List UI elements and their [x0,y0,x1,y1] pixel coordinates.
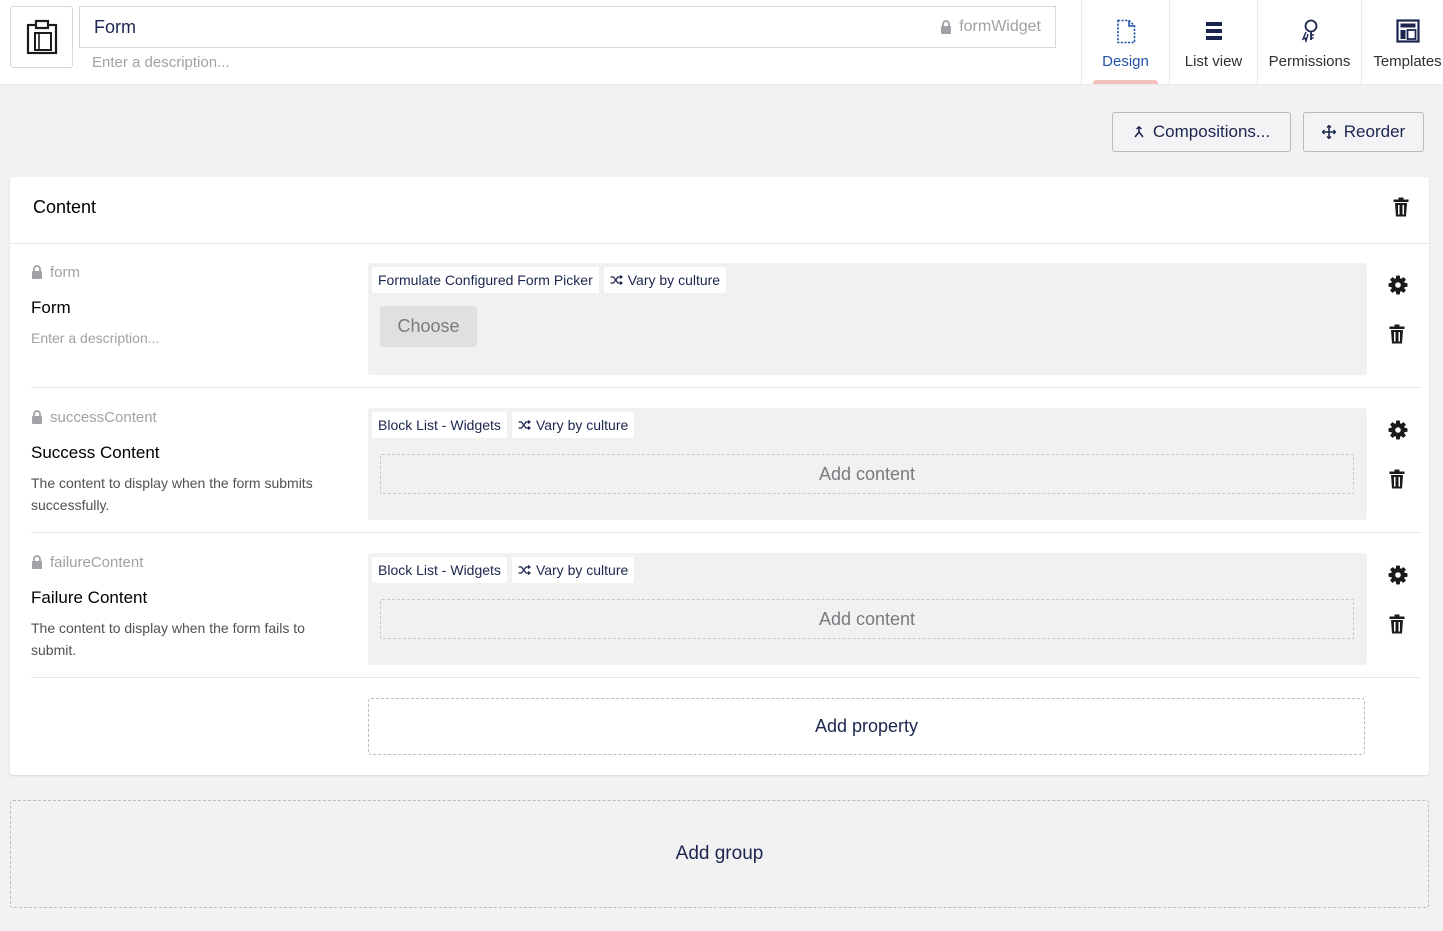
editor-type-tag: Block List - Widgets [372,412,507,438]
add-content-button[interactable]: Add content [380,454,1354,494]
name-field-container: formWidget [79,6,1056,48]
trash-icon [1389,614,1405,634]
add-property-button[interactable]: Add property [368,698,1365,755]
property-editor-preview[interactable]: Block List - Widgets Vary by culture Add… [368,553,1367,665]
vary-by-culture-tag: Vary by culture [511,412,635,438]
list-icon [1205,22,1222,40]
tab-list-view-label: List view [1184,53,1243,70]
tab-templates-label: Templates [1373,53,1442,70]
property-alias-text: form [50,264,80,281]
compositions-button[interactable]: Compositions... [1112,112,1291,152]
gear-icon [1388,565,1408,585]
property-editor-preview[interactable]: Block List - Widgets Vary by culture Add… [368,408,1367,520]
property-row: form Form Enter a description... Formula… [31,243,1421,388]
property-name[interactable]: Failure Content [31,588,147,608]
vary-by-culture-label: Vary by culture [535,562,629,578]
property-alias-text: failureContent [50,554,144,571]
property-name[interactable]: Success Content [31,443,160,463]
property-alias[interactable]: failureContent [31,554,143,571]
templates-icon [1395,19,1420,43]
trash-icon [1393,197,1409,217]
property-row: successContent Success Content The conte… [31,388,1421,533]
tab-templates[interactable]: Templates [1361,0,1443,84]
reorder-button[interactable]: Reorder [1303,112,1424,152]
property-description[interactable]: Enter a description... [31,327,351,349]
tab-list-view[interactable]: List view [1169,0,1257,84]
delete-property-button[interactable] [1389,469,1405,494]
gear-icon [1388,420,1408,440]
editor-header: formWidget Design List view [0,0,1443,85]
add-content-button[interactable]: Add content [380,599,1354,639]
permissions-icon [1301,19,1317,44]
property-settings-button[interactable] [1388,420,1408,445]
property-divider [31,677,1421,678]
editor-type-tag: Formulate Configured Form Picker [372,267,599,293]
lock-icon [32,555,42,569]
property-description[interactable]: The content to display when the form fai… [31,617,351,661]
compositions-label: Compositions... [1152,122,1271,141]
property-settings-button[interactable] [1388,275,1408,300]
property-row: failureContent Failure Content The conte… [31,533,1421,678]
vary-by-culture-label: Vary by culture [627,272,721,288]
merge-icon [1134,126,1144,138]
tab-design[interactable]: Design [1081,0,1169,84]
trash-icon [1389,469,1405,489]
content-group: Content form Form Enter a description...… [10,177,1429,775]
delete-group-button[interactable] [1393,197,1409,222]
vary-by-culture-label: Vary by culture [535,417,629,433]
add-group-button[interactable]: Add group [10,800,1429,908]
property-alias[interactable]: successContent [31,409,157,426]
alias-text: formWidget [959,18,1041,35]
vary-by-culture-tag: Vary by culture [603,267,727,293]
tab-design-label: Design [1102,53,1149,70]
tab-permissions[interactable]: Permissions [1257,0,1361,84]
delete-property-button[interactable] [1389,324,1405,349]
lock-icon [32,265,42,279]
document-type-name-input[interactable] [94,7,914,47]
clipboard-icon [26,19,57,55]
property-alias[interactable]: form [31,264,80,281]
property-editor-preview[interactable]: Formulate Configured Form Picker Vary by… [368,263,1367,375]
shuffle-icon [610,275,623,285]
shuffle-icon [518,565,531,575]
document-type-description-input[interactable] [92,50,992,74]
move-icon [1321,125,1336,139]
property-alias-text: successContent [50,409,157,426]
property-settings-button[interactable] [1388,565,1408,590]
choose-button[interactable]: Choose [380,306,477,347]
tab-permissions-label: Permissions [1268,53,1351,70]
delete-property-button[interactable] [1389,614,1405,639]
gear-icon [1388,275,1408,295]
alias-display[interactable]: formWidget [940,7,1041,47]
vary-by-culture-tag: Vary by culture [511,557,635,583]
reorder-label: Reorder [1343,122,1406,141]
editor-type-tag: Block List - Widgets [372,557,507,583]
property-name[interactable]: Form [31,298,71,318]
sub-app-navigation: Design List view Permissions Templates [1081,0,1443,84]
document-icon [1116,19,1135,43]
group-title[interactable]: Content [33,197,96,218]
trash-icon [1389,324,1405,344]
property-description[interactable]: The content to display when the form sub… [31,472,351,516]
lock-icon [32,410,42,424]
lock-icon [941,19,952,34]
document-type-icon-picker[interactable] [10,6,73,68]
shuffle-icon [518,420,531,430]
